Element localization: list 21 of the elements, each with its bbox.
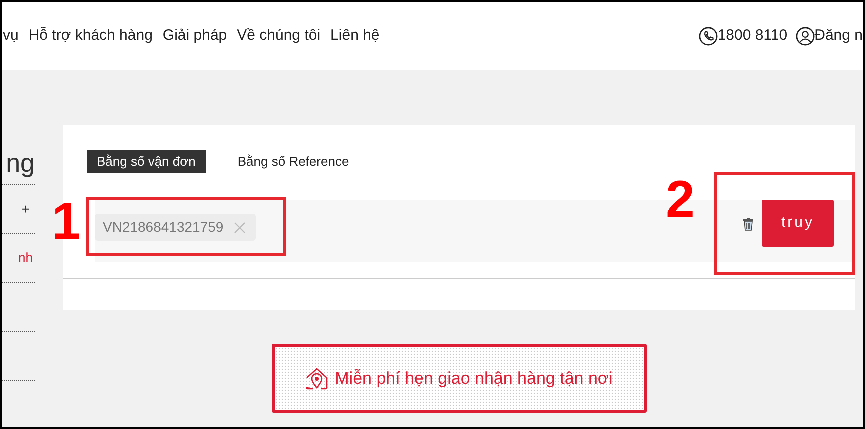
nav-link[interactable]: Về chúng tôi bbox=[237, 24, 321, 48]
free-delivery-banner[interactable]: Miễn phí hẹn giao nhận hàng tận nơi bbox=[272, 344, 646, 413]
nav-link[interactable]: Liên hệ bbox=[330, 24, 380, 48]
sidebar-heading: ng bbox=[5, 148, 35, 180]
annotation-number: 1 bbox=[52, 192, 81, 252]
nav-link[interactable]: Hỗ trợ khách hàng bbox=[28, 24, 153, 48]
banner-text: Miễn phí hẹn giao nhận hàng tận nơi bbox=[335, 368, 613, 390]
tab[interactable]: Bằng số Reference bbox=[228, 150, 360, 173]
user-icon bbox=[796, 26, 815, 46]
expand-toggle[interactable]: + bbox=[22, 198, 33, 220]
nav-link[interactable]: vụ bbox=[3, 24, 19, 48]
home-location-icon bbox=[305, 366, 330, 390]
login-link[interactable]: Đăng n bbox=[814, 24, 863, 48]
nav-link[interactable]: Giải pháp bbox=[162, 24, 228, 48]
tab[interactable]: Bằng số vận đơn bbox=[87, 150, 206, 173]
search-button[interactable]: truy bbox=[762, 200, 834, 247]
trash-icon[interactable] bbox=[743, 218, 754, 231]
phone-number[interactable]: 1800 8110 bbox=[718, 24, 788, 48]
sidebar-link[interactable]: nh bbox=[18, 248, 33, 268]
chip-text: VN2186841321759 bbox=[103, 218, 224, 237]
phone-icon bbox=[698, 26, 718, 46]
